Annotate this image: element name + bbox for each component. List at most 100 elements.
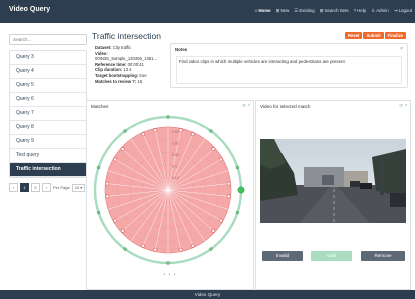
- notes-label: Notes: [175, 47, 188, 52]
- match-point[interactable]: [190, 132, 195, 137]
- match-point[interactable]: [123, 129, 127, 133]
- page-1-button[interactable]: 1: [20, 183, 29, 192]
- match-point[interactable]: [113, 157, 118, 162]
- query-metadata: Dataset: City traffic Video: 00IN3S_Samp…: [95, 45, 170, 84]
- match-point[interactable]: [105, 181, 110, 186]
- nav-label: Existing: [299, 8, 315, 13]
- match-point[interactable]: [178, 128, 183, 133]
- match-point[interactable]: [209, 129, 213, 133]
- match-point[interactable]: [96, 165, 101, 170]
- video-value: 00IN3S_Sample_120406_1481...: [95, 56, 157, 62]
- prev-page-button[interactable]: ‹: [9, 183, 18, 192]
- close-icon[interactable]: ×: [400, 46, 403, 52]
- refresh-help-icons[interactable]: ⟳ ?: [399, 103, 407, 109]
- video-frame[interactable]: [260, 139, 406, 223]
- submit-button[interactable]: Submit: [363, 32, 384, 39]
- user-icon: ♙: [371, 8, 376, 13]
- page-2-button[interactable]: 2: [31, 183, 40, 192]
- radial-tick-label: 0.92: [172, 130, 179, 134]
- nav-new[interactable]: ⊞New: [276, 8, 290, 14]
- panel-pagination-dots[interactable]: • • •: [87, 272, 253, 278]
- search-icon: ⊞: [319, 8, 324, 13]
- query-list-item[interactable]: Traffic intersection: [10, 163, 86, 177]
- per-page-select[interactable]: 10 ▾: [71, 183, 86, 192]
- nav-label: Help: [357, 8, 367, 13]
- matches-to-review-value: 16: [137, 78, 143, 84]
- query-list-item[interactable]: Query 5: [10, 79, 86, 93]
- per-page-value: 10: [74, 184, 80, 190]
- nav-label: Logout: [398, 8, 412, 13]
- remove-button[interactable]: Remove: [361, 251, 405, 261]
- clip-duration-value: 13 s: [123, 67, 132, 73]
- notes-textarea[interactable]: Find video clips in which multiple vehic…: [176, 56, 402, 84]
- finalize-button[interactable]: Finalize: [384, 32, 406, 39]
- match-point[interactable]: [166, 261, 170, 265]
- help-icon: ?: [353, 8, 357, 13]
- nav-existing[interactable]: ☰Existing: [294, 8, 315, 14]
- reference-time-label: Reference time:: [95, 61, 127, 67]
- matches-to-review-label: Matches to review ?:: [95, 78, 137, 84]
- match-point[interactable]: [218, 218, 223, 223]
- top-navbar: Video Query ⌂Home ⊞New ☰Existing ⊞Search Se…: [0, 0, 415, 23]
- query-list-item[interactable]: Test query: [10, 149, 86, 163]
- match-point[interactable]: [105, 194, 110, 199]
- target-bootstrapping-value: true: [139, 72, 147, 78]
- query-list-item[interactable]: Query 7: [10, 107, 86, 121]
- nav-label: Home: [258, 8, 271, 13]
- search-input[interactable]: [9, 34, 87, 45]
- match-point[interactable]: [120, 147, 125, 152]
- next-page-button[interactable]: ›: [42, 183, 51, 192]
- match-point[interactable]: [211, 147, 216, 152]
- match-point[interactable]: [235, 165, 240, 170]
- reset-button[interactable]: Reset: [345, 32, 363, 39]
- match-point[interactable]: [226, 194, 231, 199]
- nav-admin[interactable]: ♙Admin: [371, 8, 389, 14]
- query-list-item[interactable]: Query 9: [10, 135, 86, 149]
- video-title: Video for selected match: [260, 104, 311, 109]
- selected-match-point[interactable]: [237, 186, 245, 194]
- valid-button[interactable]: Valid: [311, 251, 352, 261]
- notes-box: Notes × Find video clips in which multip…: [170, 43, 408, 88]
- match-point[interactable]: [96, 210, 101, 215]
- match-point[interactable]: [166, 115, 170, 119]
- app-brand[interactable]: Video Query: [9, 6, 50, 13]
- footer: Video Query: [0, 290, 415, 299]
- plus-icon: ⊞: [275, 8, 280, 13]
- match-point[interactable]: [123, 247, 127, 251]
- query-list-item[interactable]: Query 3: [10, 51, 86, 65]
- nav-search-sets[interactable]: ⊞Search Sets: [320, 8, 349, 14]
- match-point[interactable]: [190, 243, 195, 248]
- nav-home[interactable]: ⌂Home: [255, 8, 271, 14]
- match-point[interactable]: [211, 228, 216, 233]
- radial-tick-label: 0.4: [172, 165, 177, 169]
- nav-links: ⌂Home ⊞New ☰Existing ⊞Search Sets ?Help ♙Admi…: [255, 8, 412, 14]
- match-point[interactable]: [235, 210, 240, 215]
- invalid-button[interactable]: Invalid: [262, 251, 303, 261]
- query-list-item[interactable]: Query 6: [10, 93, 86, 107]
- video-panel: Video for selected match ⟳ ? Invalid Val…: [255, 100, 411, 290]
- nav-logout[interactable]: ⇥Logout: [394, 8, 412, 14]
- radial-tick-label: 0.12: [172, 176, 179, 180]
- nav-help[interactable]: ?Help: [354, 8, 367, 14]
- match-point[interactable]: [209, 247, 213, 251]
- match-point[interactable]: [120, 228, 125, 233]
- video-label: Video:: [95, 50, 108, 56]
- query-list-item[interactable]: Query 4: [10, 65, 86, 79]
- match-point[interactable]: [153, 247, 158, 252]
- match-point[interactable]: [178, 247, 183, 252]
- clip-duration-label: Clip duration:: [95, 67, 123, 73]
- radial-tick-label: 0.82: [172, 142, 179, 146]
- match-point[interactable]: [218, 157, 223, 162]
- match-point[interactable]: [141, 132, 146, 137]
- match-point[interactable]: [226, 181, 231, 186]
- match-point[interactable]: [141, 243, 146, 248]
- radial-tick-label: 0.64: [172, 153, 179, 157]
- matches-radial-chart[interactable]: 0.92 0.82 0.64 0.4 0.12: [87, 101, 253, 289]
- match-point[interactable]: [113, 218, 118, 223]
- page-title: Traffic intersection: [92, 31, 161, 41]
- dataset-value: City traffic: [112, 45, 132, 50]
- query-list: Query 3 Query 4 Query 5 Query 6 Query 7 Query…: [9, 50, 87, 178]
- match-point[interactable]: [153, 128, 158, 133]
- street-scene-image: [260, 139, 406, 223]
- query-list-item[interactable]: Query 8: [10, 121, 86, 135]
